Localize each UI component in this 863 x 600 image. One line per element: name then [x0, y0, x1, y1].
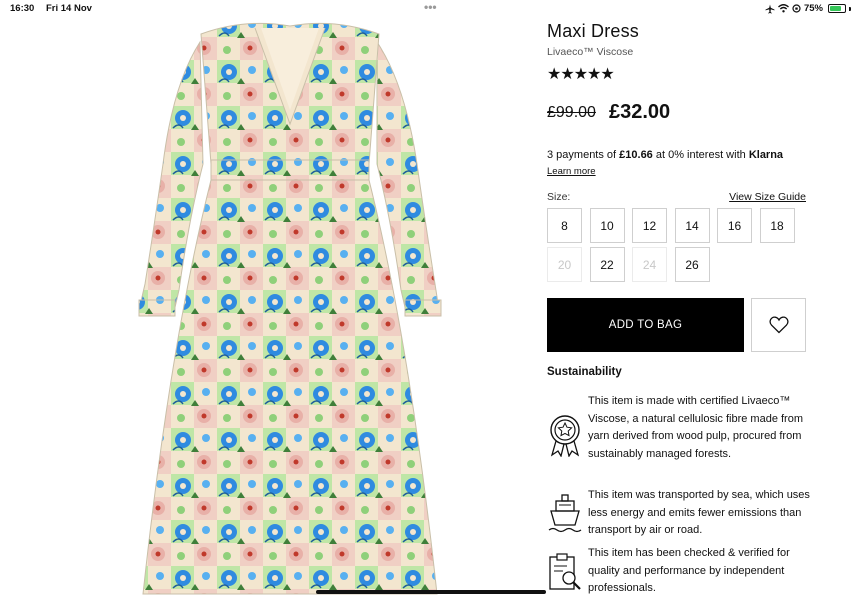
klarna-brand: Klarna	[748, 149, 784, 161]
sustainability-text: This item is made with certified Livaeco…	[588, 395, 804, 460]
klarna-amount: £10.66	[619, 149, 653, 161]
size-option-8[interactable]: 8	[547, 208, 582, 243]
award-rosette-icon	[550, 415, 580, 457]
battery-icon	[828, 4, 846, 13]
heart-icon	[768, 316, 789, 334]
ship-icon	[548, 494, 582, 533]
battery-tip	[849, 6, 851, 11]
klarna-middle: at 0% interest with	[652, 149, 749, 161]
size-guide-link[interactable]: View Size Guide	[729, 191, 806, 203]
rating-stars[interactable]: ★★★★★	[547, 64, 615, 84]
sale-price: £32.00	[609, 101, 671, 123]
size-label: Size:	[547, 191, 571, 203]
product-title: Maxi Dress	[547, 21, 640, 41]
klarna-message: 3 payments of £10.66 at 0% interest with…	[547, 149, 783, 161]
sustainability-heading: Sustainability	[547, 366, 622, 378]
sustainability-text: This item has been checked & verified fo…	[588, 547, 790, 594]
size-option-12[interactable]: 12	[632, 208, 667, 243]
size-option-18[interactable]: 18	[759, 208, 795, 243]
klarna-prefix: 3 payments of	[547, 149, 620, 161]
add-to-bag-button[interactable]: ADD TO BAG	[547, 298, 744, 352]
size-option-26[interactable]: 26	[674, 247, 710, 282]
status-date: Fri 14 Nov	[46, 3, 92, 14]
sustainability-text: This item was transported by sea, which …	[588, 489, 810, 536]
orientation-lock-icon	[792, 4, 801, 13]
status-indicators: 75%	[765, 3, 851, 14]
size-option-22[interactable]: 22	[589, 247, 625, 282]
wishlist-button[interactable]	[751, 298, 806, 352]
size-option-14[interactable]: 14	[674, 208, 710, 243]
airplane-icon	[765, 4, 775, 13]
original-price: £99.00	[547, 104, 596, 121]
clipboard-check-icon	[549, 553, 581, 590]
wifi-icon	[778, 4, 789, 13]
product-image[interactable]	[125, 14, 455, 600]
size-option-20: 20	[547, 247, 582, 282]
learn-more-link[interactable]: Learn more	[547, 166, 596, 177]
size-option-10[interactable]: 10	[589, 208, 625, 243]
multitasking-dots-icon[interactable]: •••	[424, 0, 437, 14]
size-option-24: 24	[632, 247, 667, 282]
battery-percent: 75%	[803, 3, 823, 14]
status-time: 16:30	[10, 3, 35, 14]
size-option-16[interactable]: 16	[717, 208, 752, 243]
home-indicator[interactable]	[316, 590, 546, 594]
product-subtitle: Livaeco™ Viscose	[547, 46, 634, 58]
size-selector: 8 10 12 14 16 18 20 22 24 26	[547, 208, 807, 282]
